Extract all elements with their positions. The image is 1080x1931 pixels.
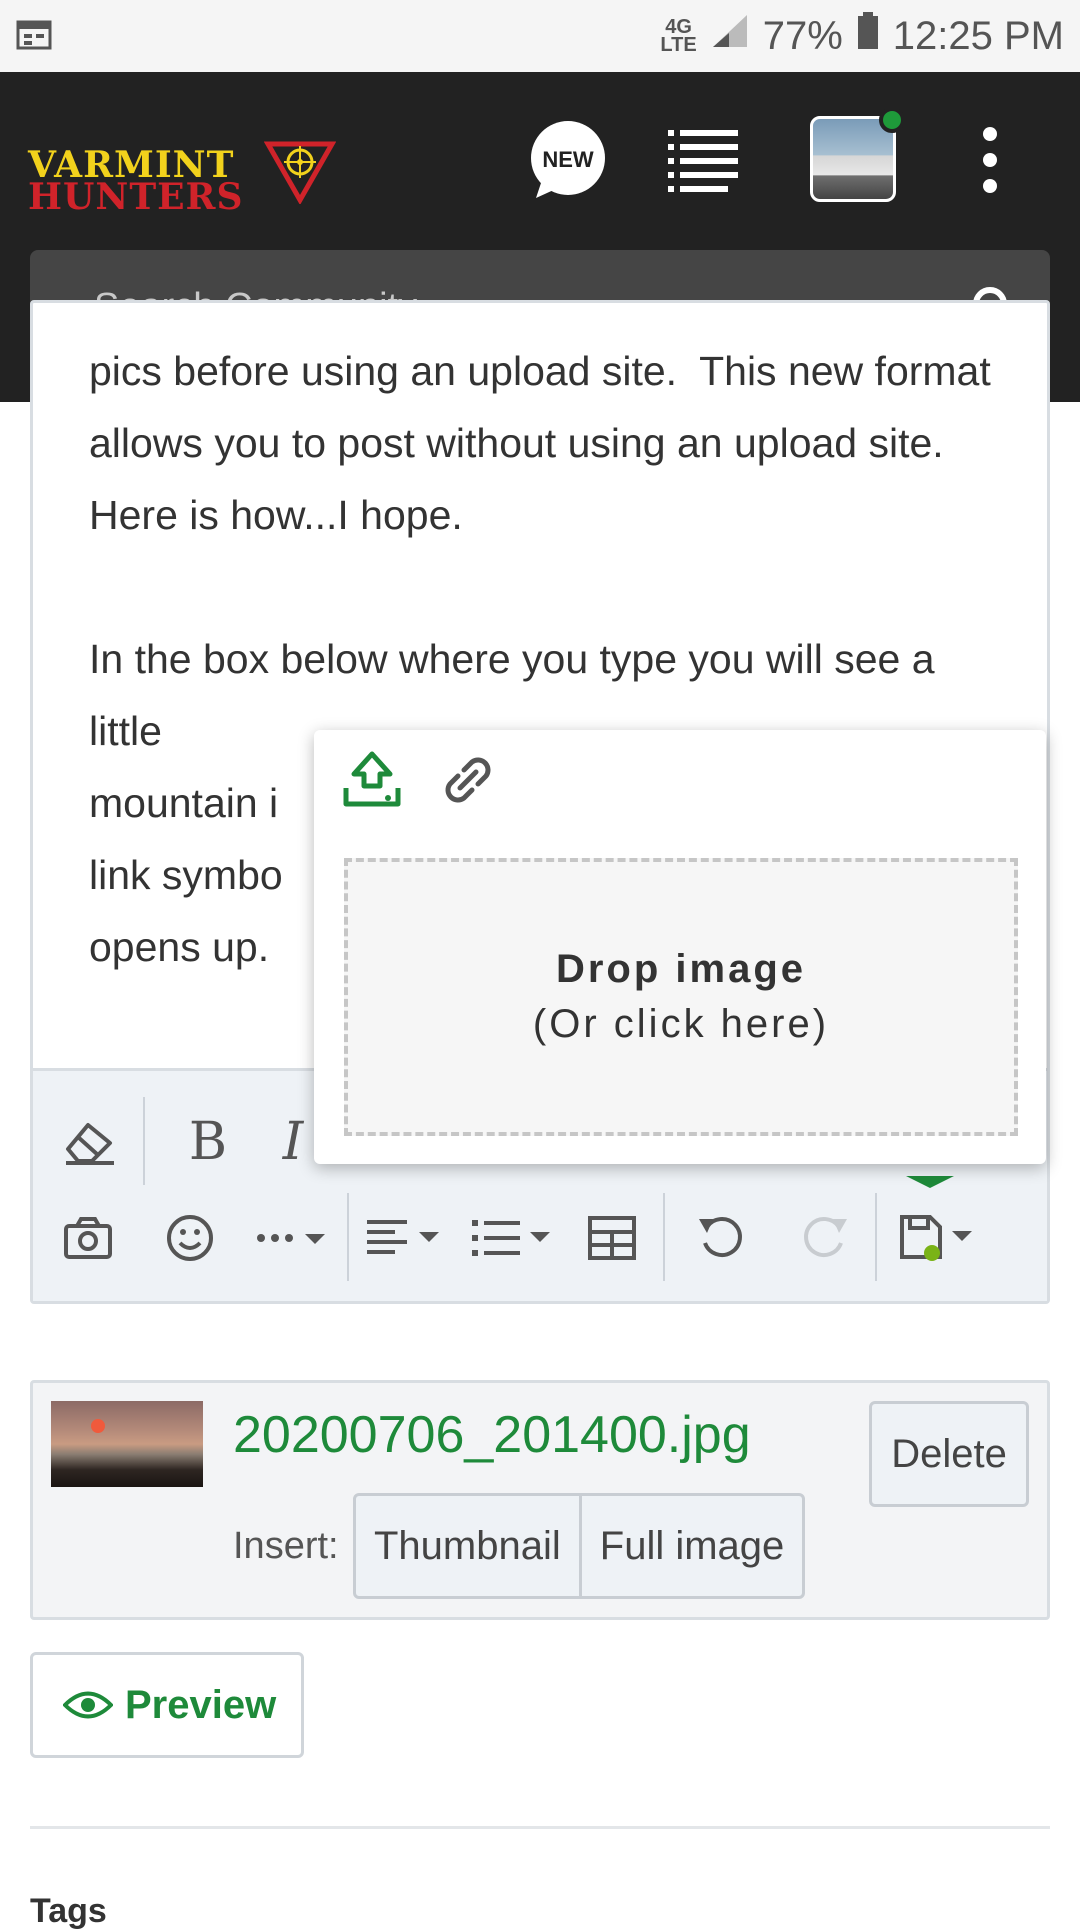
calendar-icon [16,18,52,55]
save-draft-icon[interactable] [895,1203,985,1273]
upload-icon[interactable] [340,750,404,815]
insert-image-popup: Drop image (Or click here) [314,730,1046,1164]
preview-button[interactable]: Preview [30,1652,304,1758]
network-type: 4G LTE [660,16,697,56]
clock: 12:25 PM [892,13,1064,58]
link-icon[interactable] [438,750,498,815]
eraser-icon[interactable] [55,1107,125,1177]
popup-caret [906,1176,954,1188]
more-icon[interactable] [253,1203,337,1273]
insert-button-group: Thumbnail Full image [353,1493,806,1599]
eye-icon [63,1691,113,1719]
insert-label: Insert: [233,1525,339,1567]
undo-icon[interactable] [687,1203,757,1273]
status-bar: 4G LTE 77% 12:25 PM [0,0,1080,72]
site-logo[interactable]: VARMINT HUNTERS [28,124,338,215]
attachment-item: 20200706_201400.jpg Delete Insert: Thumb… [30,1380,1050,1620]
insert-thumbnail-button[interactable]: Thumbnail [356,1496,579,1596]
camera-icon[interactable] [53,1203,123,1273]
section-divider [30,1826,1050,1829]
new-posts-button[interactable]: NEW [528,120,608,200]
preview-label: Preview [125,1682,277,1727]
new-speech-bubble-icon: NEW [531,121,605,198]
italic-icon[interactable]: I [273,1107,313,1177]
smiley-icon[interactable] [155,1203,225,1273]
attachment-thumbnail [51,1401,203,1487]
drop-subtitle: (Or click here) [532,1002,830,1046]
battery-percent: 77% [762,13,843,58]
tags-heading: Tags [30,1892,107,1930]
image-drop-zone[interactable]: Drop image (Or click here) [344,858,1018,1136]
user-avatar[interactable] [810,107,905,202]
forum-list-button[interactable] [668,128,740,192]
bold-icon[interactable]: B [173,1107,243,1177]
delete-button[interactable]: Delete [869,1401,1029,1507]
crosshair-icon [264,141,336,204]
svg-text:NEW: NEW [542,147,594,172]
redo-icon [789,1203,859,1273]
signal-icon [711,13,749,59]
online-status-dot [879,107,905,133]
table-icon[interactable] [577,1203,647,1273]
drop-title: Drop image [555,947,807,991]
align-icon[interactable] [363,1203,447,1273]
battery-icon [857,12,879,60]
more-options-icon[interactable] [972,124,1008,196]
list-format-icon[interactable] [467,1203,557,1273]
editor-paragraph: pics before using an upload site. This n… [89,348,1003,538]
insert-full-image-button[interactable]: Full image [578,1496,803,1596]
list-icon [668,130,738,192]
attachment-filename[interactable]: 20200706_201400.jpg [233,1405,751,1465]
